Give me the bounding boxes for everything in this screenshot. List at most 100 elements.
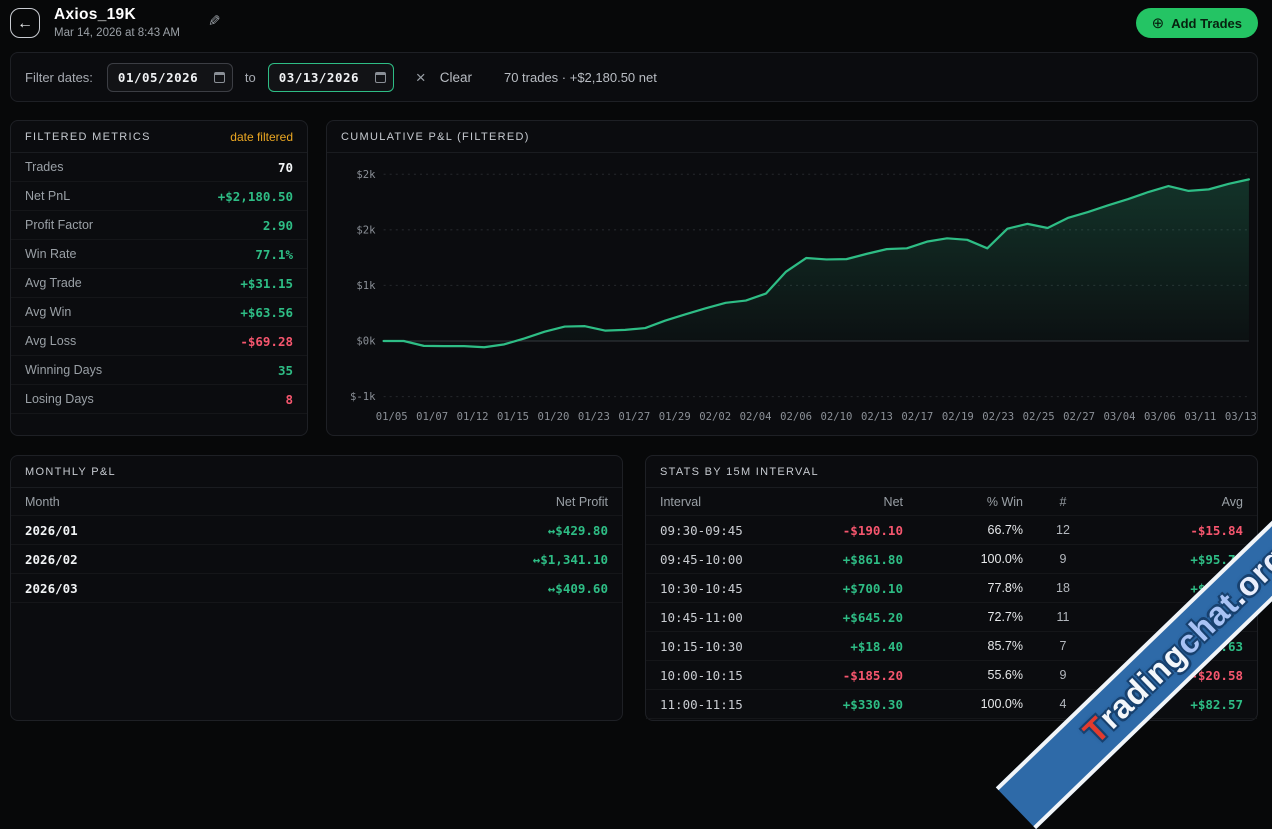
monthly-row: 2026/02 ↔$1,341.10 bbox=[11, 545, 622, 574]
metric-value: 2.90 bbox=[263, 218, 293, 233]
page-subtitle: Mar 14, 2026 at 8:43 AM bbox=[54, 27, 180, 39]
monthly-header-row: Month Net Profit bbox=[11, 488, 622, 516]
svg-text:$0k: $0k bbox=[356, 335, 376, 348]
net-column-header: Net bbox=[800, 495, 903, 509]
svg-text:01/15: 01/15 bbox=[497, 410, 529, 423]
win-cell: 55.6% bbox=[903, 668, 1023, 682]
title-block: Axios_19K Mar 14, 2026 at 8:43 AM bbox=[54, 6, 180, 39]
svg-text:01/07: 01/07 bbox=[416, 410, 448, 423]
svg-text:02/06: 02/06 bbox=[780, 410, 812, 423]
win-cell: 100.0% bbox=[903, 552, 1023, 566]
win-cell: 66.7% bbox=[903, 523, 1023, 537]
metric-label: Avg Loss bbox=[25, 334, 76, 348]
svg-text:01/20: 01/20 bbox=[537, 410, 569, 423]
metric-label: Avg Win bbox=[25, 305, 71, 319]
net-cell: -$190.10 bbox=[800, 523, 903, 538]
metric-value: -$69.28 bbox=[240, 334, 293, 349]
metric-label: Net PnL bbox=[25, 189, 70, 203]
metric-value: 35 bbox=[278, 363, 293, 378]
metric-label: Profit Factor bbox=[25, 218, 93, 232]
net-cell: +$18.40 bbox=[800, 639, 903, 654]
monthly-title: MONTHLY P&L bbox=[25, 466, 116, 478]
interval-cell: 10:15-10:30 bbox=[660, 639, 800, 654]
clear-button[interactable]: Clear bbox=[440, 70, 472, 85]
pnl-area-fill bbox=[384, 179, 1249, 347]
win-column-header: % Win bbox=[903, 495, 1023, 509]
interval-cell: 09:30-09:45 bbox=[660, 523, 800, 538]
metric-row: Winning Days 35 bbox=[11, 356, 307, 385]
interval-cell: 10:30-10:45 bbox=[660, 581, 800, 596]
svg-text:01/12: 01/12 bbox=[457, 410, 489, 423]
net-profit-cell: ↔$429.80 bbox=[548, 523, 608, 538]
metric-row: Win Rate 77.1% bbox=[11, 240, 307, 269]
win-cell: 85.7% bbox=[903, 639, 1023, 653]
app-header: ← Axios_19K Mar 14, 2026 at 8:43 AM ✎ ⊕ … bbox=[10, 6, 1258, 48]
metric-value: 77.1% bbox=[255, 247, 293, 262]
metric-label: Win Rate bbox=[25, 247, 76, 261]
add-trades-label: Add Trades bbox=[1171, 16, 1242, 31]
monthly-title-row: MONTHLY P&L bbox=[11, 456, 622, 488]
add-trades-button[interactable]: ⊕ Add Trades bbox=[1136, 8, 1258, 38]
svg-text:$2k: $2k bbox=[356, 168, 376, 181]
net-cell: +$700.10 bbox=[800, 581, 903, 596]
svg-text:02/17: 02/17 bbox=[901, 410, 933, 423]
svg-text:02/23: 02/23 bbox=[982, 410, 1014, 423]
svg-text:03/13: 03/13 bbox=[1225, 410, 1257, 423]
chart-title: CUMULATIVE P&L (FILTERED) bbox=[341, 131, 530, 143]
svg-text:02/02: 02/02 bbox=[699, 410, 731, 423]
net-profit-cell: ↔$1,341.10 bbox=[533, 552, 608, 567]
monthly-rows: 2026/01↔$429.802026/02↔$1,341.102026/03↔… bbox=[11, 516, 622, 603]
svg-text:02/25: 02/25 bbox=[1023, 410, 1055, 423]
month-column-header: Month bbox=[25, 495, 60, 509]
metric-value: +$63.56 bbox=[240, 305, 293, 320]
count-column-header: # bbox=[1023, 495, 1103, 509]
back-button[interactable]: ← bbox=[10, 8, 40, 38]
month-cell: 2026/02 bbox=[25, 552, 78, 567]
win-cell: 77.8% bbox=[903, 581, 1023, 595]
stats-row: 09:45-10:00+$861.80100.0%9+$95.76 bbox=[646, 545, 1257, 574]
avg-column-header: Avg bbox=[1103, 495, 1243, 509]
net-cell: +$861.80 bbox=[800, 552, 903, 567]
svg-text:01/05: 01/05 bbox=[376, 410, 408, 423]
metric-value: +$31.15 bbox=[240, 276, 293, 291]
metrics-title-row: FILTERED METRICS date filtered bbox=[11, 121, 307, 153]
count-cell: 18 bbox=[1023, 581, 1103, 595]
filter-dates-label: Filter dates: bbox=[25, 70, 93, 85]
count-cell: 9 bbox=[1023, 668, 1103, 682]
svg-text:03/11: 03/11 bbox=[1184, 410, 1216, 423]
edit-pencil-icon[interactable]: ✎ bbox=[208, 12, 221, 30]
avg-cell: -$20.58 bbox=[1103, 668, 1243, 683]
filtered-metrics-panel: FILTERED METRICS date filtered Trades70 N… bbox=[10, 120, 308, 436]
svg-text:$2k: $2k bbox=[356, 223, 376, 236]
count-cell: 7 bbox=[1023, 639, 1103, 653]
metric-label: Winning Days bbox=[25, 363, 102, 377]
end-date-input[interactable] bbox=[268, 63, 394, 92]
count-cell: 12 bbox=[1023, 523, 1103, 537]
chart-title-row: CUMULATIVE P&L (FILTERED) bbox=[327, 121, 1257, 153]
net-cell: +$330.30 bbox=[800, 697, 903, 712]
stats-row: 10:00-10:15-$185.2055.6%9-$20.58 bbox=[646, 661, 1257, 690]
interval-cell: 10:45-11:00 bbox=[660, 610, 800, 625]
net-profit-column-header: Net Profit bbox=[556, 495, 608, 509]
win-cell: 100.0% bbox=[903, 697, 1023, 711]
metric-row: Avg Loss -$69.28 bbox=[11, 327, 307, 356]
filter-bar: Filter dates: to × Clear 70 trades · +$2… bbox=[10, 52, 1258, 102]
count-cell: 9 bbox=[1023, 552, 1103, 566]
clear-x-icon[interactable]: × bbox=[416, 69, 426, 86]
month-cell: 2026/03 bbox=[25, 581, 78, 596]
metric-value: 8 bbox=[285, 392, 293, 407]
stats-interval-panel: STATS BY 15M INTERVAL Interval Net % Win… bbox=[645, 455, 1258, 721]
svg-text:01/29: 01/29 bbox=[659, 410, 691, 423]
avg-cell: +$2.63 bbox=[1103, 639, 1243, 654]
svg-text:$-1k: $-1k bbox=[350, 390, 376, 403]
cumulative-pnl-panel: CUMULATIVE P&L (FILTERED) $2k$2k$1k$0k$-… bbox=[326, 120, 1258, 436]
stats-row: 10:15-10:30+$18.4085.7%7+$2.63 bbox=[646, 632, 1257, 661]
metric-row: Trades70 bbox=[11, 153, 307, 182]
metrics-rows: Trades70Net PnL+$2,180.50Profit Factor2.… bbox=[11, 153, 307, 414]
plus-circle-icon: ⊕ bbox=[1152, 14, 1165, 32]
stats-title-row: STATS BY 15M INTERVAL bbox=[646, 456, 1257, 488]
avg-cell: +$38.89 bbox=[1103, 581, 1243, 596]
stats-row: 10:45-11:00+$645.2072.7%11+$58.65 bbox=[646, 603, 1257, 632]
pnl-line-chart-svg: $2k$2k$1k$0k$-1k 01/0501/0701/1201/1501/… bbox=[327, 154, 1257, 433]
start-date-input[interactable] bbox=[107, 63, 233, 92]
